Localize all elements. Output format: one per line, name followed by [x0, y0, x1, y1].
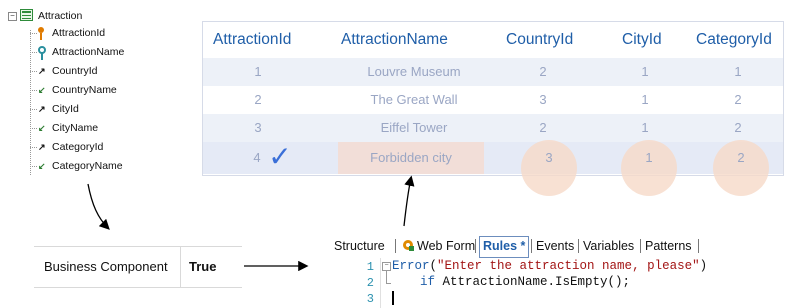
annotation-arrows [87, 175, 415, 272]
arrow-tree-to-properties [87, 183, 110, 230]
arrow-editor-to-table [403, 175, 415, 227]
